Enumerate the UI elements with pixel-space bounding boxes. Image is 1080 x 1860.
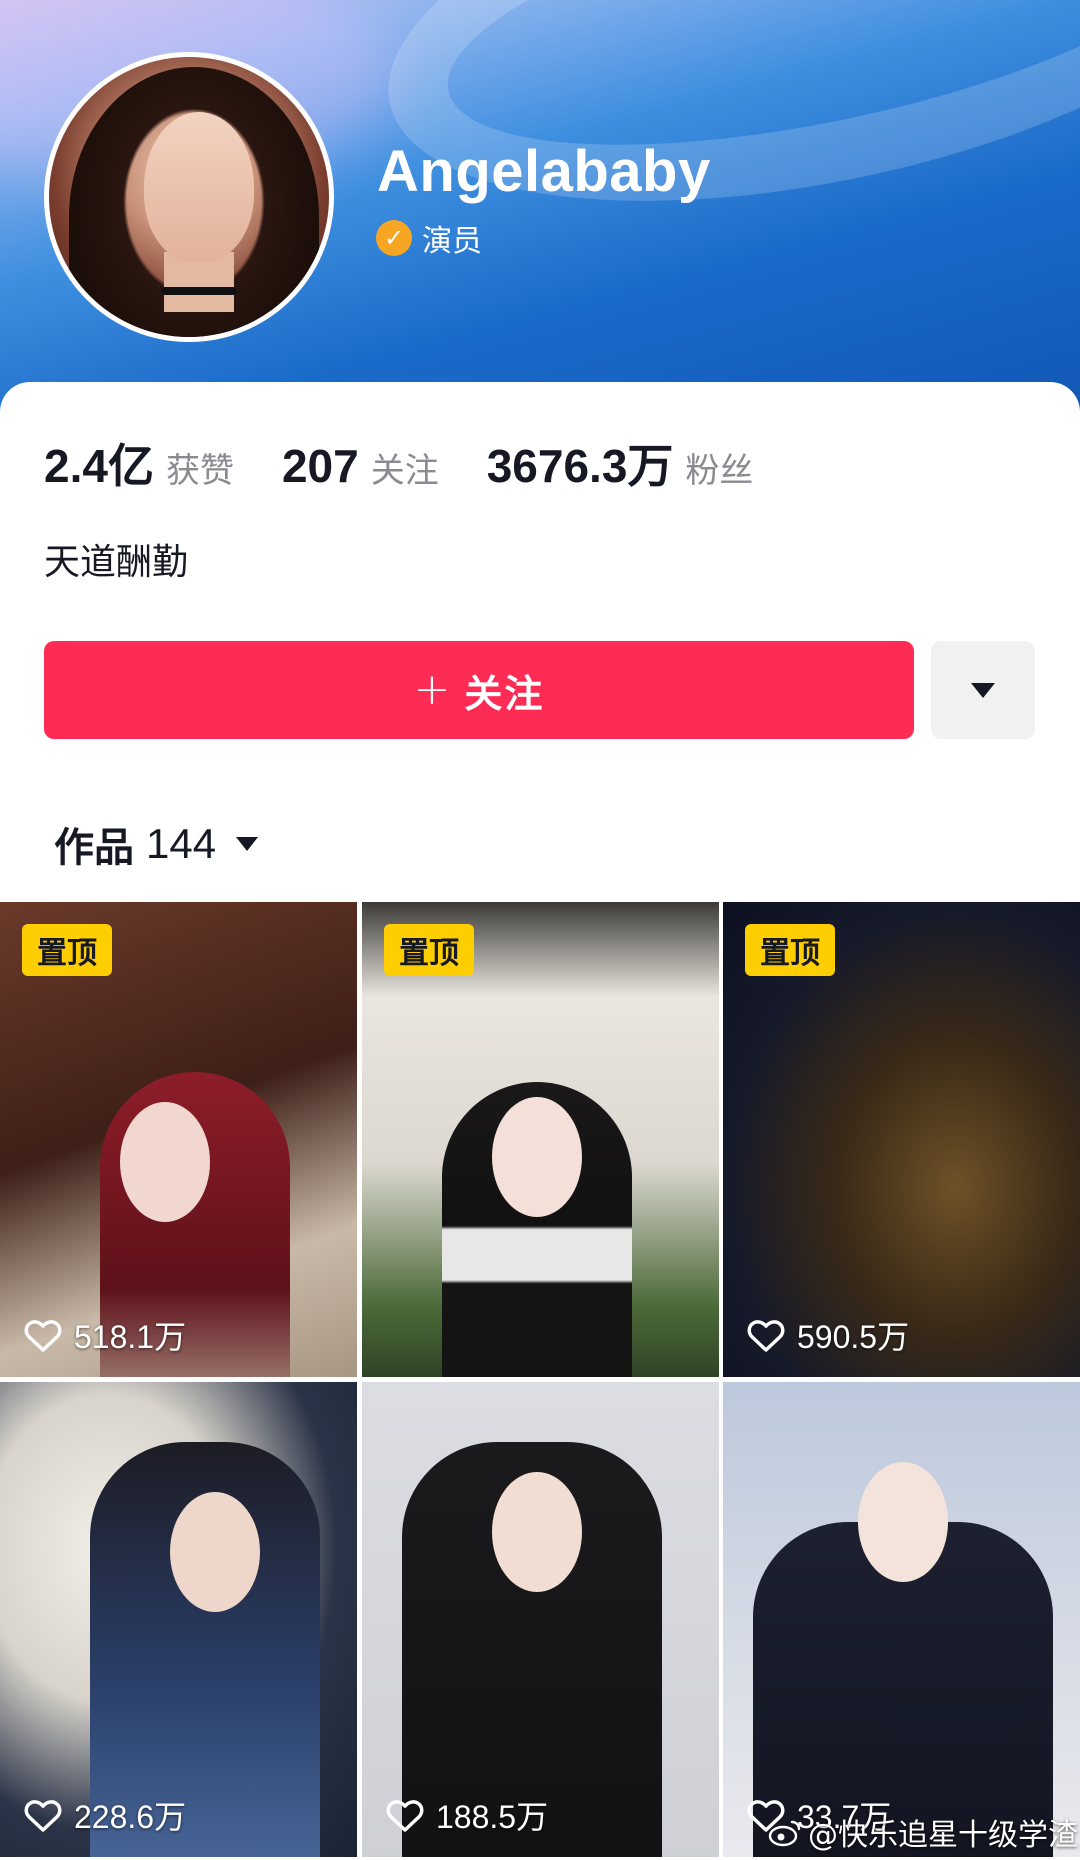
profile-bio: 天道酬勤 [44, 542, 189, 583]
caret-down-icon [971, 682, 995, 698]
thumbnail-face [170, 1492, 260, 1612]
stat-likes-value: 2.4亿 [44, 440, 154, 492]
avatar[interactable] [44, 52, 334, 342]
pinned-badge: 置顶 [22, 924, 112, 976]
thumbnail-face [120, 1102, 210, 1222]
video-tile[interactable]: 置顶 590.5万 [723, 902, 1080, 1377]
pinned-badge: 置顶 [745, 924, 835, 976]
weibo-watermark: @快乐追星十级学渣 [768, 1812, 1078, 1853]
works-count: 144 [146, 820, 217, 867]
caret-down-icon [236, 837, 259, 851]
stat-following[interactable]: 207 关注 [282, 439, 439, 493]
stat-likes-label: 获赞 [165, 451, 234, 491]
verified-label: 演员 [422, 224, 482, 259]
stat-following-value: 207 [281, 440, 359, 492]
more-options-button[interactable] [931, 641, 1035, 739]
video-tile[interactable]: 置顶 518.1万 [0, 902, 357, 1377]
video-likes: 188.5万 [386, 1795, 548, 1835]
video-tile[interactable]: 33.7万 [723, 1382, 1080, 1857]
avatar-choker [161, 287, 237, 295]
thumbnail-face [492, 1472, 582, 1592]
stat-followers-value: 3676.3万 [486, 440, 674, 492]
weibo-icon [768, 1820, 801, 1847]
video-tile[interactable]: 228.6万 [0, 1382, 357, 1857]
works-tab-label: 作品 [54, 825, 134, 871]
heart-icon [24, 1800, 62, 1832]
avatar-face [144, 112, 254, 262]
thumbnail-face [858, 1462, 948, 1582]
verified-check-icon: ✓ [376, 220, 412, 256]
stat-followers[interactable]: 3676.3万 粉丝 [487, 430, 754, 496]
video-likes-count: 188.5万 [436, 1799, 549, 1835]
heart-icon [386, 1800, 424, 1832]
stat-followers-label: 粉丝 [685, 451, 754, 491]
video-likes-count: 228.6万 [74, 1799, 187, 1835]
stat-likes[interactable]: 2.4亿 获赞 [44, 430, 234, 496]
profile-username: Angelababy [377, 139, 711, 204]
watermark-text: @快乐追星十级学渣 [808, 1818, 1078, 1853]
verified-badge: ✓ 演员 [376, 218, 482, 259]
video-likes-count: 518.1万 [74, 1319, 187, 1355]
video-likes: 518.1万 [24, 1315, 186, 1355]
video-likes-count: 590.5万 [797, 1319, 910, 1355]
video-likes: 228.6万 [24, 1795, 186, 1835]
stat-following-label: 关注 [370, 451, 439, 491]
video-grid: 置顶 518.1万 置顶 置顶 590.5万 228.6万 188.5万 33.… [0, 902, 1080, 1860]
follow-button[interactable]: + 关注 [44, 641, 914, 739]
heart-icon [747, 1320, 785, 1352]
pinned-badge: 置顶 [384, 924, 474, 976]
follow-button-label: 关注 [464, 671, 545, 716]
plus-icon: + [413, 664, 451, 715]
profile-stats: 2.4亿 获赞 207 关注 3676.3万 粉丝 [44, 430, 801, 492]
thumbnail-face [492, 1097, 582, 1217]
video-likes: 590.5万 [747, 1315, 909, 1355]
video-tile[interactable]: 置顶 [362, 902, 719, 1377]
works-tab[interactable]: 作品 144 [54, 818, 259, 871]
heart-icon [24, 1320, 62, 1352]
video-tile[interactable]: 188.5万 [362, 1382, 719, 1857]
